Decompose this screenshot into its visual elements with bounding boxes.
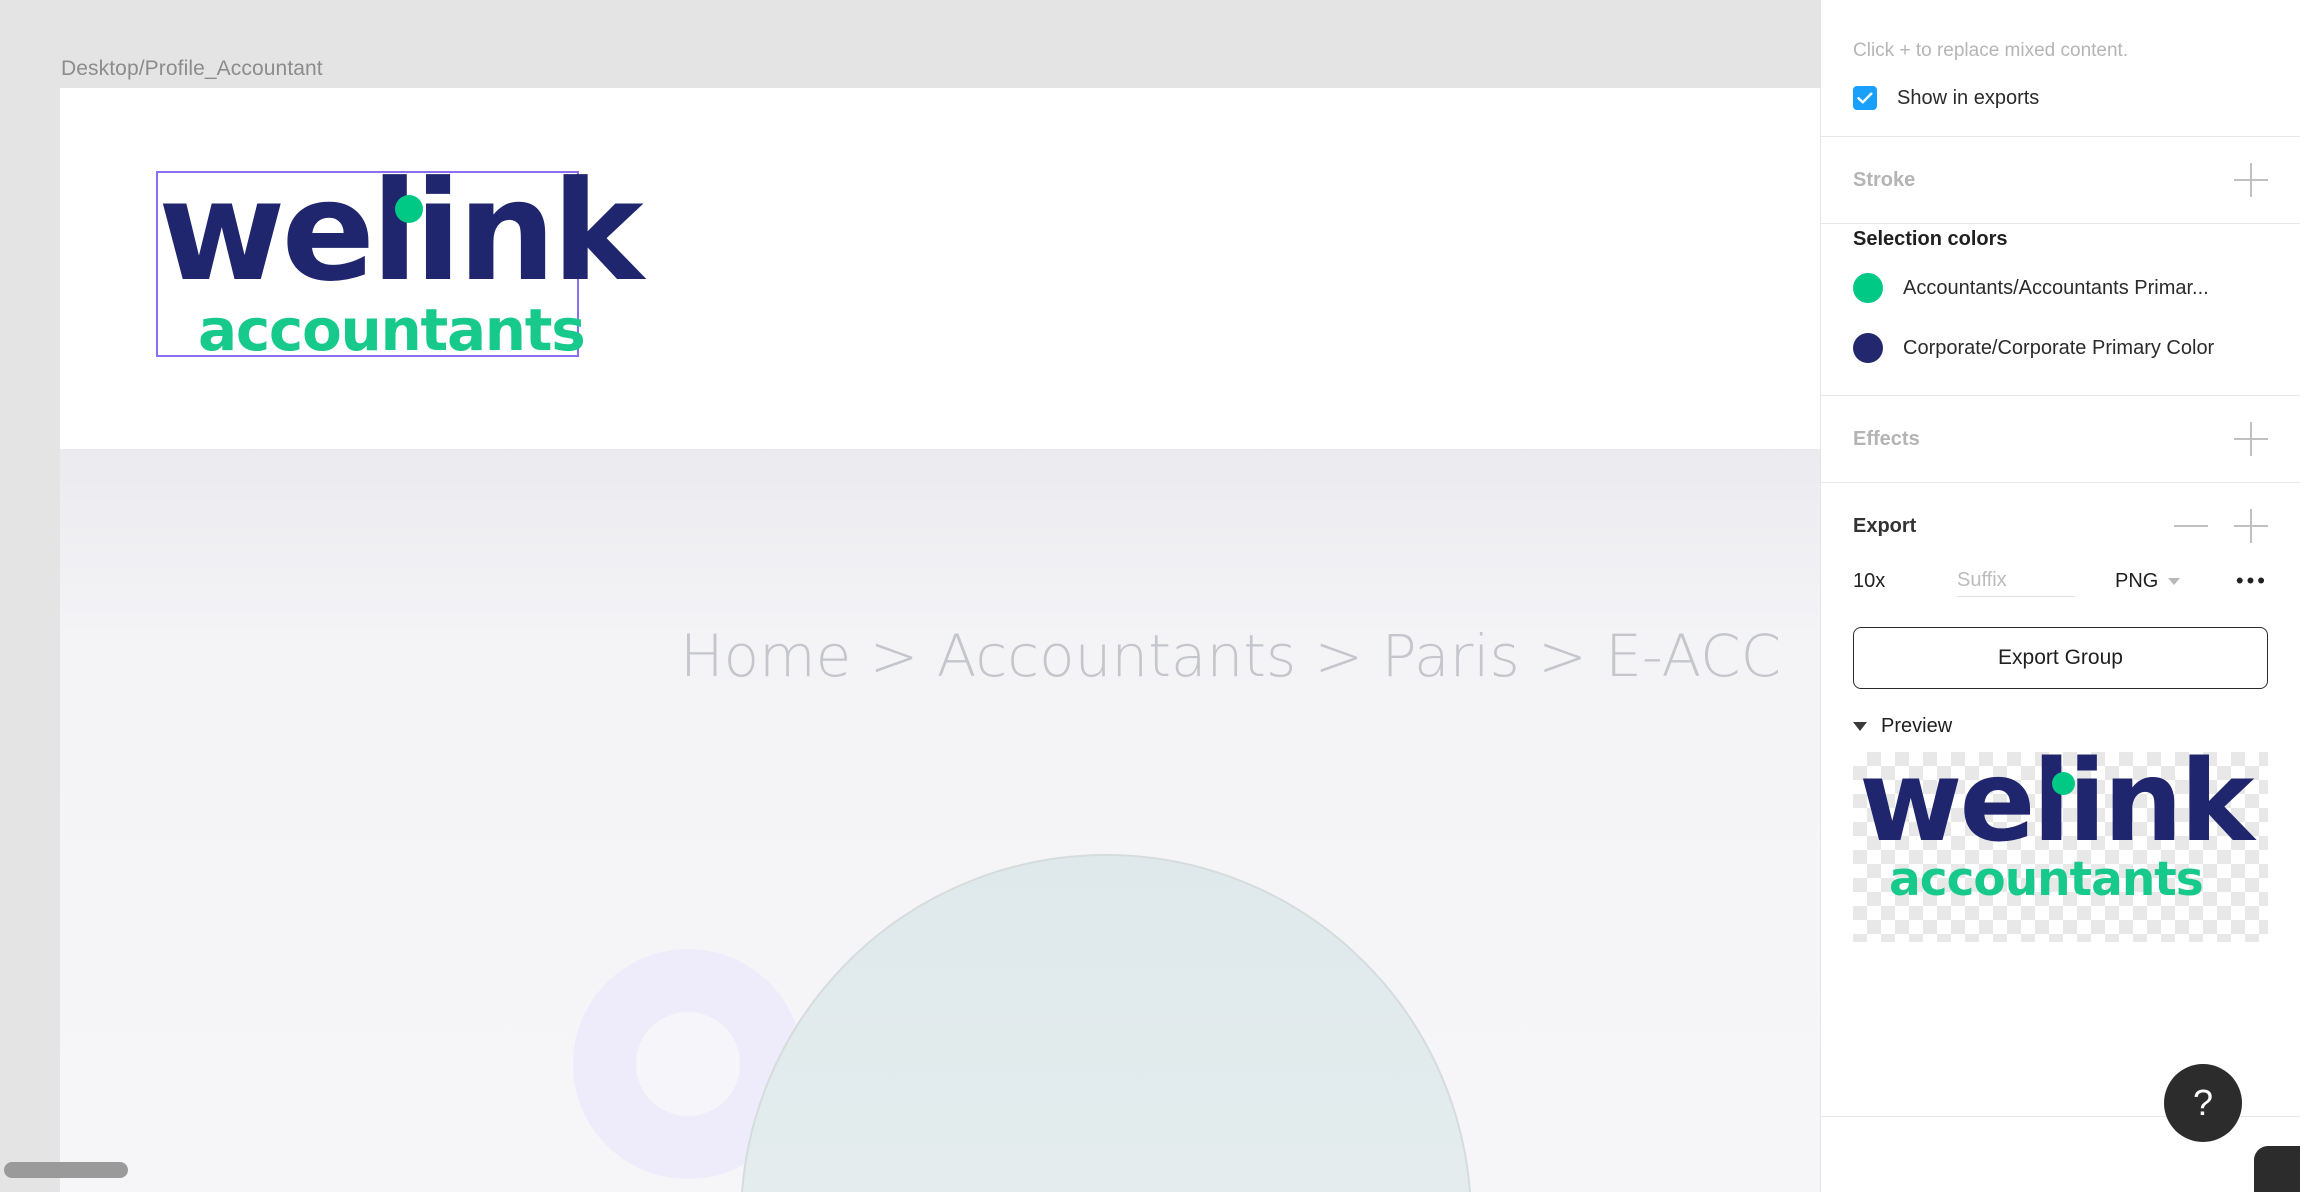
export-add-icon[interactable] (2234, 509, 2268, 543)
selection-color-name: Corporate/Corporate Primary Color (1903, 336, 2215, 359)
design-frame[interactable]: welink accountants Home > Accountants > … (60, 88, 1820, 1192)
logo-subwordmark: accountants (198, 296, 586, 364)
show-in-exports-label: Show in exports (1897, 86, 2040, 109)
site-body: Home > Accountants > Paris > E-ACC e-acc… (60, 449, 1820, 1192)
export-section-header: Export (1821, 483, 2300, 553)
fill-section: Fill ••• + (1821, 0, 2300, 14)
mixed-content-note: Click + to replace mixed content. (1853, 40, 2129, 61)
selection-colors-body: Selection colors Accountants/Accountants… (1821, 224, 2300, 395)
export-section-title: Export (1853, 514, 1917, 537)
selection-color-row[interactable]: Accountants/Accountants Primar... (1853, 273, 2268, 303)
caret-down-icon[interactable] (1853, 722, 1867, 731)
properties-panel: Fill ••• + Click + to replace mixed cont… (1820, 0, 2300, 1192)
stroke-controls (2234, 163, 2268, 197)
export-scale-value[interactable]: 10x (1853, 570, 1957, 593)
preview-wordmark: welink (1859, 752, 2254, 867)
show-in-exports-checkbox[interactable] (1853, 86, 1877, 110)
fill-section-title: Fill (1853, 0, 1880, 4)
effects-controls (2234, 422, 2268, 456)
effects-section-title: Effects (1853, 427, 1920, 450)
show-in-exports-row[interactable]: Show in exports (1821, 72, 2300, 137)
app-root: Desktop/Profile_Accountant welink accoun… (0, 0, 2300, 1192)
selection-colors-section: Selection colors Accountants/Accountants… (1821, 224, 2300, 396)
effects-add-icon[interactable] (2234, 422, 2268, 456)
fill-more-icon[interactable]: ••• (2129, 0, 2155, 4)
corner-widget[interactable] (2254, 1146, 2300, 1192)
chevron-down-icon (2168, 577, 2181, 585)
export-format-value: PNG (2115, 569, 2159, 592)
export-controls (2174, 509, 2268, 543)
export-settings-row: 10x PNG ••• (1821, 553, 2300, 609)
stroke-add-icon[interactable] (2234, 163, 2268, 197)
preview-subwordmark: accountants (1889, 852, 2204, 907)
logo-wordmark: welink (158, 151, 644, 312)
export-preview: welink accountants (1853, 752, 2268, 942)
logo-dot-icon (395, 195, 423, 223)
horizontal-scrollbar[interactable] (4, 1162, 128, 1178)
color-swatch-icon[interactable] (1853, 333, 1883, 363)
preview-logo-dot-icon (2052, 772, 2075, 795)
export-more-icon[interactable]: ••• (2236, 568, 2268, 594)
fill-add-icon[interactable]: + (2193, 0, 2207, 8)
selection-color-name: Accountants/Accountants Primar... (1903, 276, 2209, 299)
hero-circle: e-acc (740, 854, 1472, 1192)
logo-selection-group[interactable]: welink accountants (156, 163, 644, 359)
effects-section: Effects (1821, 396, 2300, 483)
export-format-select[interactable]: PNG (2115, 569, 2181, 593)
stroke-section: Stroke (1821, 137, 2300, 224)
color-swatch-icon[interactable] (1853, 273, 1883, 303)
stroke-section-title: Stroke (1853, 168, 1916, 191)
design-canvas[interactable]: Desktop/Profile_Accountant welink accoun… (0, 0, 1820, 1192)
help-button[interactable]: ? (2164, 1064, 2242, 1142)
frame-label[interactable]: Desktop/Profile_Accountant (61, 57, 323, 81)
export-button-wrap: Export Group (1821, 609, 2300, 715)
export-suffix-input[interactable] (1957, 565, 2075, 597)
breadcrumb: Home > Accountants > Paris > E-ACC (680, 622, 1782, 690)
preview-header[interactable]: Preview (1821, 715, 2300, 752)
selection-colors-title: Selection colors (1853, 228, 2008, 250)
preview-title: Preview (1881, 715, 1953, 737)
selection-color-row[interactable]: Corporate/Corporate Primary Color (1853, 333, 2268, 363)
help-icon: ? (2192, 1082, 2214, 1123)
site-header: welink accountants (60, 88, 1820, 449)
export-group-button[interactable]: Export Group (1853, 627, 2268, 689)
export-remove-icon[interactable] (2174, 509, 2208, 543)
